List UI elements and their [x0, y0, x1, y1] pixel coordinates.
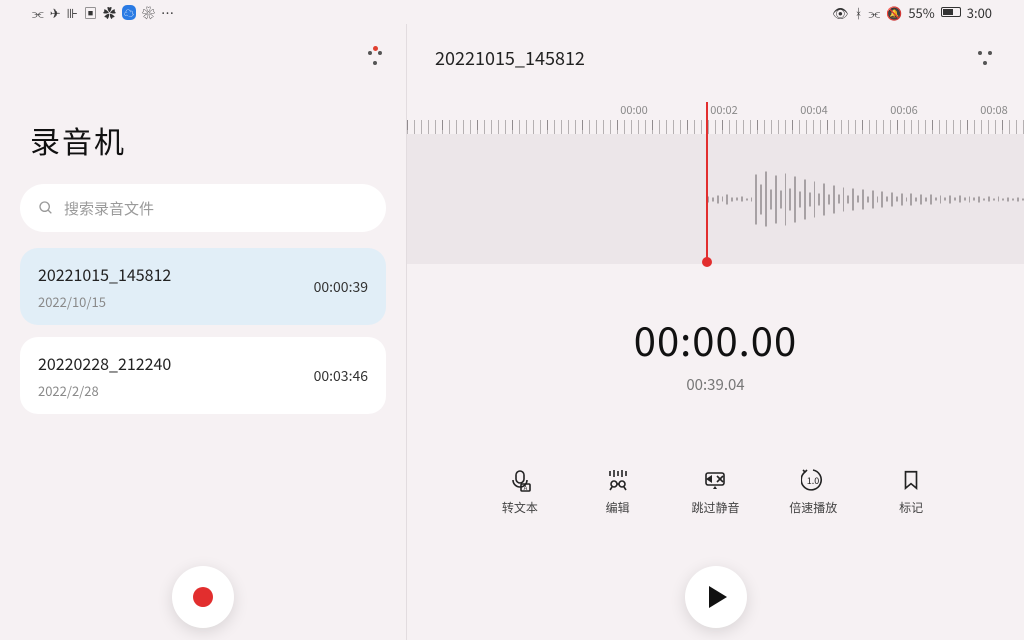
tick-label: 00:08 — [974, 102, 1014, 120]
airplane-icon: ✈ — [50, 3, 61, 22]
recording-list: 20221015_145812 2022/10/15 00:00:39 2022… — [20, 248, 386, 414]
svg-text:A: A — [524, 483, 528, 492]
battery-icon — [941, 7, 961, 17]
record-icon — [193, 587, 213, 607]
vibrate-icon: ⫘ — [868, 3, 880, 22]
app-title: 录音机 — [30, 118, 386, 162]
timeline[interactable]: 00:00 00:02 00:04 00:06 00:08 — [407, 102, 1024, 292]
mute-icon: 🔕 — [886, 3, 902, 22]
tick-label: 00:02 — [704, 102, 744, 120]
skip-silence-button[interactable]: 跳过静音 — [676, 467, 754, 516]
skip-silence-icon — [702, 467, 728, 493]
tool-label: 标记 — [899, 499, 923, 516]
current-time: 00:00.00 — [407, 310, 1024, 368]
status-bar: ⫘ ✈ ⊪ ▣ ✿ ☁ ❀ ⋯ 👁 ᚼ ⫘ 🔕 55% 3:00 — [0, 0, 1024, 24]
play-icon — [709, 586, 727, 608]
eye-icon: 👁 — [832, 3, 849, 22]
speed-button[interactable]: 1.0 倍速播放 — [774, 467, 852, 516]
bluetooth-icon: ᚼ — [855, 3, 863, 22]
mark-button[interactable]: 标记 — [872, 467, 950, 516]
wifi-icon: ⫘ — [32, 3, 44, 22]
tool-label: 转文本 — [502, 499, 538, 516]
multiwindow-handle-icon[interactable] — [976, 48, 996, 68]
playhead[interactable] — [706, 102, 708, 262]
recording-item[interactable]: 20221015_145812 2022/10/15 00:00:39 — [20, 248, 386, 325]
tick-label: 00:00 — [614, 102, 654, 120]
player-title: 20221015_145812 — [435, 45, 585, 71]
speed-icon: 1.0 — [800, 467, 826, 493]
sound-icon: ⊪ — [67, 3, 78, 22]
waveform[interactable] — [407, 134, 1024, 264]
play-button[interactable] — [685, 566, 747, 628]
tick-label: 00:06 — [884, 102, 924, 120]
tool-label: 跳过静音 — [691, 499, 739, 516]
right-pane: 20221015_145812 00:00 00:02 00:04 00:06 … — [407, 24, 1024, 640]
tick-label: 00:04 — [794, 102, 834, 120]
tool-label: 倍速播放 — [789, 499, 837, 516]
cloud-icon: ☁ — [122, 5, 136, 20]
wechat-icon: ❀ — [142, 3, 155, 22]
recording-duration: 00:03:46 — [314, 366, 368, 386]
transcribe-button[interactable]: A 转文本 — [481, 467, 559, 516]
transcribe-icon: A — [507, 467, 533, 493]
status-right: 👁 ᚼ ⫘ 🔕 55% 3:00 — [832, 3, 992, 22]
recording-name: 20220228_212240 — [38, 351, 171, 375]
svg-text:1.0: 1.0 — [807, 474, 820, 487]
ruler — [407, 120, 1024, 134]
tv-icon: ✿ — [103, 3, 116, 22]
more-icon: ⋯ — [161, 3, 174, 22]
recording-item[interactable]: 20220228_212240 2022/2/28 00:03:46 — [20, 337, 386, 414]
search-input[interactable]: 搜索录音文件 — [20, 184, 386, 232]
left-pane: 录音机 搜索录音文件 20221015_145812 2022/10/15 00… — [0, 24, 406, 640]
time-tick-labels: 00:00 00:02 00:04 00:06 00:08 — [407, 102, 1024, 120]
recording-name: 20221015_145812 — [38, 262, 171, 286]
edit-icon — [605, 467, 631, 493]
status-time: 3:00 — [967, 3, 992, 22]
record-button[interactable] — [172, 566, 234, 628]
recording-duration: 00:00:39 — [314, 277, 368, 297]
search-icon — [38, 200, 54, 216]
tool-row: A 转文本 编辑 跳过静音 1.0 倍速播放 — [407, 467, 1024, 516]
search-placeholder: 搜索录音文件 — [64, 198, 154, 219]
tool-label: 编辑 — [606, 499, 630, 516]
edit-button[interactable]: 编辑 — [579, 467, 657, 516]
multiwindow-handle-icon[interactable] — [366, 48, 386, 68]
total-time: 00:39.04 — [407, 374, 1024, 395]
battery-pct: 55% — [908, 3, 934, 22]
video-icon: ▣ — [84, 3, 97, 22]
status-left: ⫘ ✈ ⊪ ▣ ✿ ☁ ❀ ⋯ — [32, 3, 174, 22]
bookmark-icon — [898, 467, 924, 493]
